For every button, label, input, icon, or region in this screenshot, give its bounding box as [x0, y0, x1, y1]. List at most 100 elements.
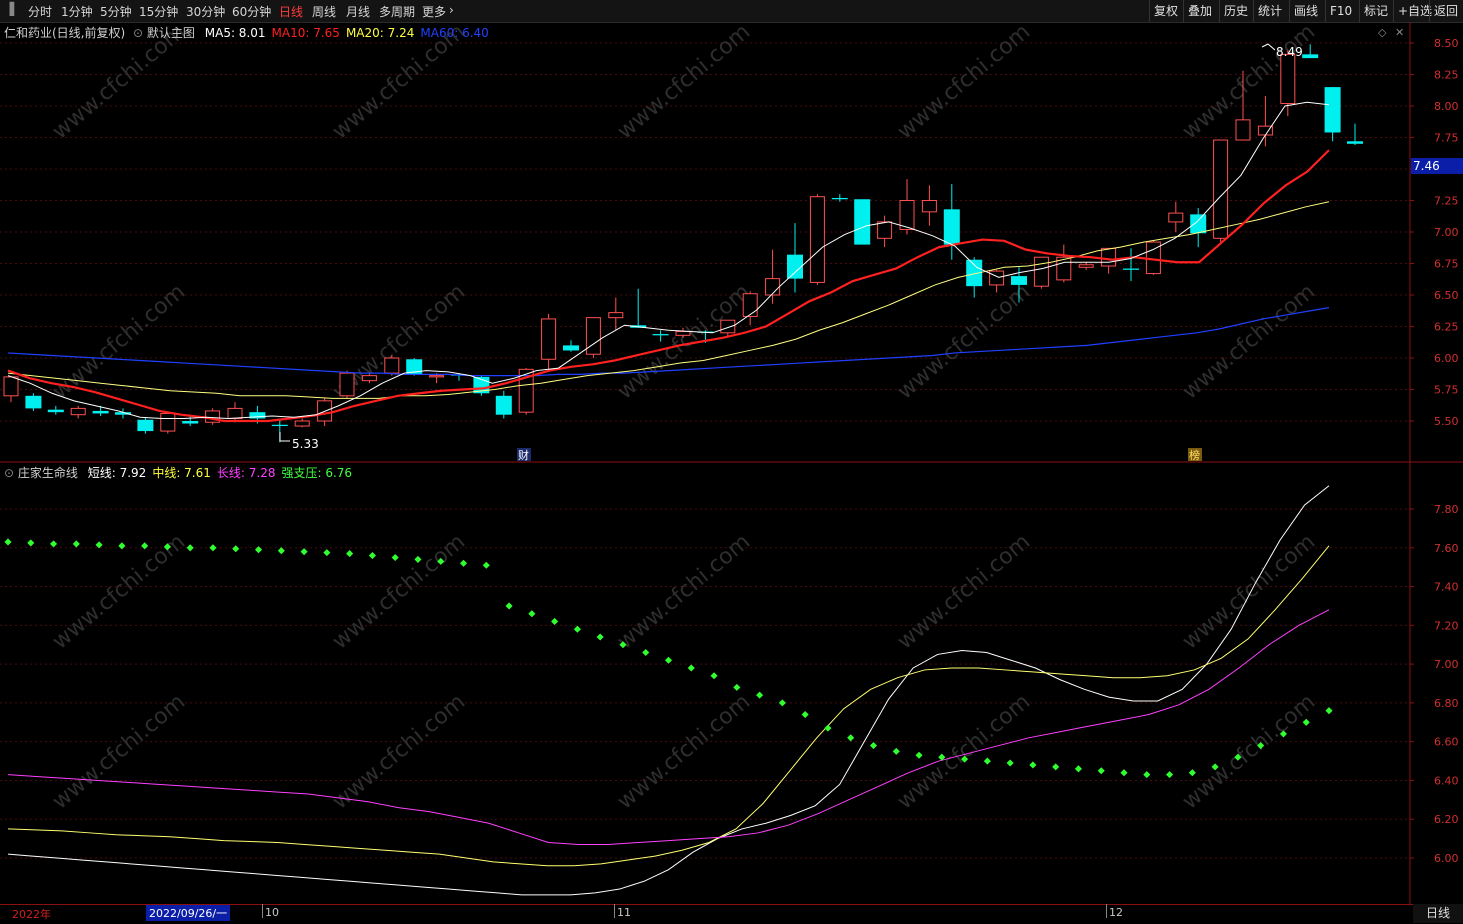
watermark-text: www.cfchi.com	[1178, 689, 1320, 814]
support-dot	[1188, 769, 1196, 777]
sub-axis-label: 7.20	[1434, 619, 1459, 632]
candle-body	[271, 424, 288, 427]
candle-body	[608, 312, 624, 319]
watermark-text: www.cfchi.com	[1178, 529, 1320, 654]
price-axis-label: 5.75	[1434, 384, 1459, 397]
candle-body	[1123, 268, 1139, 270]
support-dot	[551, 617, 559, 625]
candle-body	[1213, 139, 1229, 239]
last-price-tag: 7.46	[1411, 158, 1463, 174]
price-axis-label: 7.25	[1434, 195, 1459, 208]
candle-body	[160, 412, 176, 432]
candle-body	[3, 376, 19, 397]
candle-body	[1078, 264, 1094, 268]
candle-body	[339, 372, 355, 397]
candle-body	[541, 318, 557, 360]
support-dot	[277, 547, 285, 555]
month-label-0: 10	[265, 906, 279, 919]
month-label-2: 12	[1109, 906, 1123, 919]
close-icon[interactable]: ✕	[1395, 26, 1404, 39]
month-tick	[614, 904, 615, 918]
support-dot	[459, 559, 468, 567]
candle-body	[361, 375, 377, 382]
watermark-text: www.cfchi.com	[613, 689, 755, 814]
price-axis-label: 5.50	[1434, 415, 1459, 428]
candle-body	[1324, 87, 1341, 133]
period-button[interactable]: 日线	[1413, 904, 1463, 923]
watermark-text: www.cfchi.com	[893, 279, 1035, 404]
candle-body	[1101, 247, 1117, 267]
price-axis-label: 8.25	[1434, 69, 1459, 82]
support-dot	[824, 724, 832, 732]
sub-axis-label: 6.40	[1434, 774, 1459, 787]
candle-body	[429, 375, 445, 378]
diamond-icon[interactable]: ◇	[1378, 26, 1386, 39]
support-dot	[528, 610, 536, 618]
sub-axis-label: 6.20	[1434, 813, 1459, 826]
support-dot	[915, 751, 923, 759]
candle-body	[1033, 256, 1049, 287]
sub-axis-label: 7.60	[1434, 542, 1459, 555]
candle-body	[182, 421, 199, 424]
support-dot	[4, 538, 12, 546]
main-chart-header: 仁和药业(日线,前复权) ⊙ 默认主图 MA5: 8.01 MA10: 7.65 M…	[4, 24, 489, 41]
support-dot	[847, 734, 855, 742]
main-indicator-name[interactable]: 默认主图	[147, 26, 195, 40]
candle-body	[675, 331, 691, 336]
support-dot	[482, 561, 490, 569]
candle-body	[989, 270, 1005, 286]
support-dot	[141, 542, 149, 550]
watermark-text: www.cfchi.com	[613, 19, 755, 144]
candle-body	[1011, 276, 1027, 285]
support-dot	[869, 742, 878, 750]
year-label: 2022年	[12, 908, 51, 921]
indicator-settings-icon[interactable]: ⊙	[133, 26, 143, 40]
support-dot	[505, 602, 513, 610]
watermark-text: www.cfchi.com	[893, 19, 1035, 144]
candle-body	[765, 278, 781, 296]
sub-indicator-name[interactable]: 庄家生命线	[18, 466, 78, 480]
support-dot	[323, 549, 331, 557]
support-dot	[209, 544, 217, 552]
price-axis-label: 8.00	[1434, 100, 1459, 113]
stock-title: 仁和药业(日线,前复权)	[4, 26, 126, 40]
sub-line-label-3: 强支压: 6.76	[281, 466, 353, 480]
candle-body	[943, 209, 960, 245]
short-line	[7, 485, 1330, 896]
support-dot	[232, 545, 240, 553]
low-marker-label: 5.33	[292, 437, 319, 451]
support-dot	[1143, 771, 1151, 779]
sub-axis-label: 6.00	[1434, 852, 1459, 865]
candle-body	[877, 221, 893, 239]
price-axis-label: 6.25	[1434, 321, 1459, 334]
candle-body	[585, 317, 601, 355]
candle-body	[25, 395, 42, 409]
candle-body	[384, 357, 400, 374]
support-dot	[892, 747, 900, 755]
candle-body	[70, 407, 86, 416]
support-dot	[118, 542, 126, 550]
price-axis-label: 7.00	[1434, 226, 1459, 239]
low-marker-arrow	[279, 432, 290, 442]
support-dot	[1166, 771, 1174, 779]
support-dot	[983, 757, 991, 765]
support-dot	[710, 672, 718, 680]
price-axis-label: 8.50	[1434, 37, 1459, 50]
sub-indicator-settings-icon[interactable]: ⊙	[4, 466, 14, 480]
candle-body	[809, 196, 825, 283]
price-axis-label: 6.00	[1434, 352, 1459, 365]
support-dot	[368, 552, 376, 560]
chart-canvas: 8.508.258.007.757.507.257.006.756.506.25…	[0, 19, 1463, 904]
watermark-text: www.cfchi.com	[48, 689, 190, 814]
cursor-date: 2022/09/26/一	[146, 905, 231, 921]
support-dot	[50, 540, 58, 548]
candle-body	[742, 293, 758, 317]
support-dot	[778, 699, 786, 707]
candle-body	[495, 395, 512, 415]
support-dot	[664, 656, 673, 664]
month-tick	[262, 904, 263, 918]
ma10-line	[7, 149, 1330, 423]
candle-body	[720, 319, 736, 334]
watermark-text: www.cfchi.com	[328, 689, 470, 814]
support-dot	[27, 539, 35, 547]
